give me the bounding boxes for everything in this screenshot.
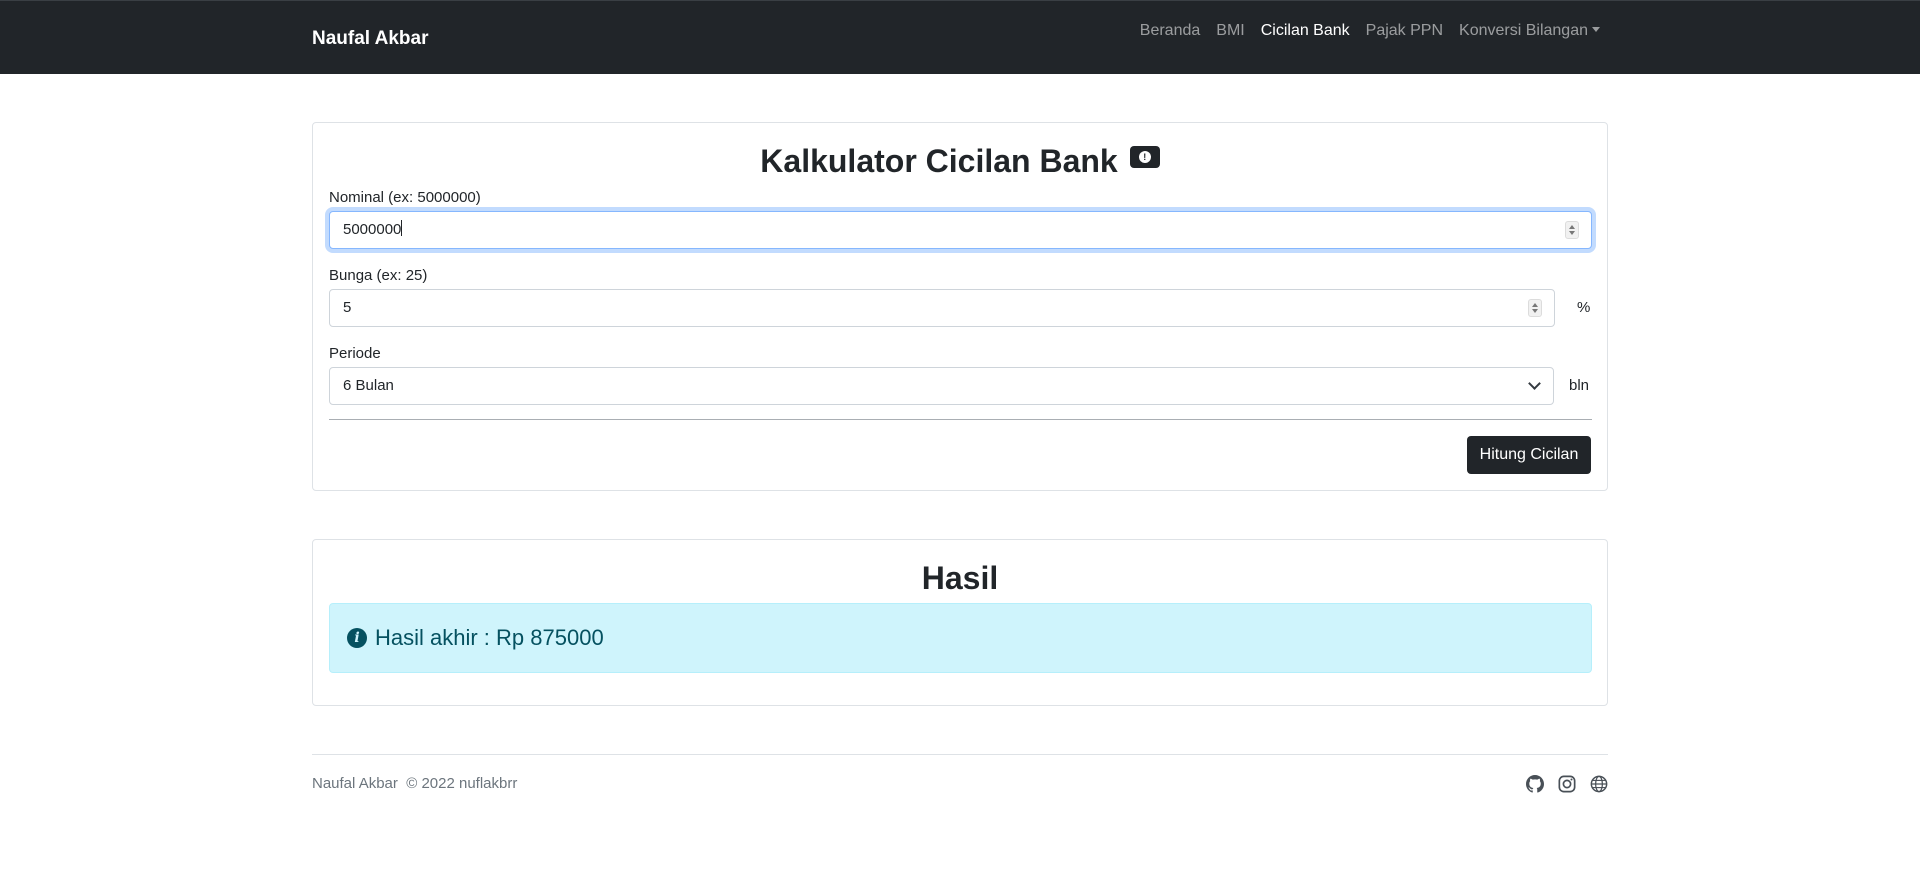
page-title: Kalkulator Cicilan Bank: [760, 143, 1118, 179]
nav-links: Beranda BMI Cicilan Bank Pajak PPN Konve…: [1140, 22, 1600, 40]
footer-icons: [1526, 775, 1608, 793]
calculator-title: Kalkulator Cicilan Bank!: [313, 143, 1607, 180]
navbar: Naufal Akbar Beranda BMI Cicilan Bank Pa…: [0, 0, 1920, 74]
periode-label: Periode: [329, 345, 381, 362]
bunga-suffix: %: [1577, 299, 1591, 316]
navbar-brand[interactable]: Naufal Akbar: [312, 28, 429, 50]
nav-dropdown-konversi-bilangan[interactable]: Konversi Bilangan: [1459, 22, 1600, 40]
github-icon[interactable]: [1526, 775, 1544, 793]
info-icon: !: [1138, 151, 1151, 163]
nav-link-pajak-ppn[interactable]: Pajak PPN: [1366, 22, 1443, 40]
bunga-spinner[interactable]: [1528, 299, 1542, 317]
periode-suffix: bln: [1569, 377, 1590, 394]
nav-link-cicilan-bank[interactable]: Cicilan Bank: [1261, 22, 1350, 40]
periode-value: 6 Bulan: [343, 377, 394, 394]
footer-copyright: © 2022 nuflakbrr: [406, 775, 518, 792]
info-circle-icon: i: [347, 628, 367, 648]
result-card: Hasil i Hasil akhir : Rp 875000: [312, 539, 1608, 706]
instagram-icon[interactable]: [1558, 775, 1576, 793]
info-button[interactable]: !: [1129, 146, 1160, 168]
footer-name: Naufal Akbar: [312, 775, 398, 792]
nominal-value: 5000000: [343, 221, 402, 238]
chevron-down-icon: [1528, 377, 1541, 390]
nav-link-beranda[interactable]: Beranda: [1140, 22, 1201, 40]
globe-icon[interactable]: [1590, 775, 1608, 793]
footer-divider: [312, 754, 1608, 755]
periode-select[interactable]: 6 Bulan: [329, 367, 1554, 405]
bunga-value: 5: [343, 299, 352, 316]
hitung-cicilan-button[interactable]: Hitung Cicilan: [1467, 436, 1591, 474]
result-title: Hasil: [921, 560, 999, 596]
caret-down-icon: [1592, 27, 1600, 32]
result-alert: i Hasil akhir : Rp 875000: [329, 603, 1592, 673]
calculator-card: Kalkulator Cicilan Bank! Nominal (ex: 50…: [312, 122, 1608, 491]
nominal-input[interactable]: 5000000: [329, 211, 1592, 249]
bunga-input[interactable]: 5: [329, 289, 1555, 327]
nav-dropdown-label: Konversi Bilangan: [1459, 22, 1588, 39]
nominal-label: Nominal (ex: 5000000): [329, 189, 481, 206]
bunga-label: Bunga (ex: 25): [329, 267, 428, 284]
nominal-spinner[interactable]: [1565, 221, 1579, 239]
footer-text: Naufal Akbar © 2022 nuflakbrr: [312, 775, 517, 792]
form-divider: [329, 419, 1592, 420]
nav-link-bmi[interactable]: BMI: [1216, 22, 1244, 40]
result-text: Hasil akhir : Rp 875000: [375, 625, 604, 650]
